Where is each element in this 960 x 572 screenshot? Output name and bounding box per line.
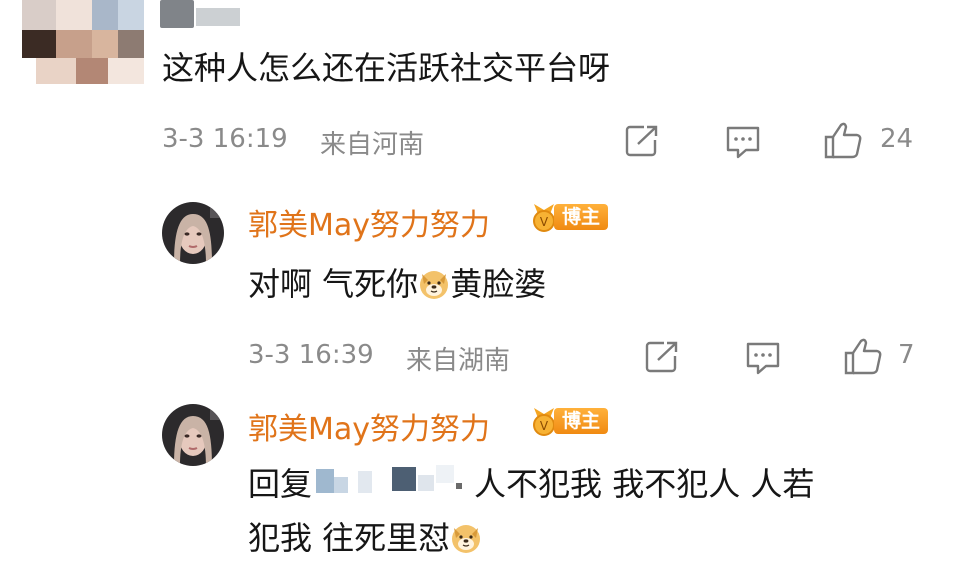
- svg-text:V: V: [540, 215, 549, 229]
- badge-label: 博主: [554, 408, 609, 434]
- like-icon[interactable]: [822, 120, 864, 160]
- blogger-badge: V 博主: [528, 202, 609, 232]
- share-icon[interactable]: [624, 124, 660, 158]
- reply-text-line2: 犯我 往死里怼: [248, 518, 482, 558]
- reply-username[interactable]: 郭美May努力努力: [248, 404, 490, 448]
- reply-text-part: 对啊 气死你: [248, 265, 419, 303]
- reply-prefix: 回复: [248, 465, 313, 503]
- dog-emoji-icon: [418, 268, 450, 300]
- dog-emoji-icon: [450, 522, 482, 554]
- reply-text-part: 人不犯我 我不犯人 人若: [474, 465, 815, 503]
- reply-text-line1: 回复 人不犯我 我不犯人 人若: [248, 464, 814, 504]
- reply-text: 对啊 气死你 黄脸婆: [248, 264, 546, 304]
- reply-timestamp: 3-3 16:39: [248, 340, 374, 370]
- like-icon[interactable]: [842, 336, 884, 376]
- pixelated-avatar[interactable]: [22, 0, 144, 84]
- blurred-username: [160, 0, 240, 28]
- like-count: 7: [898, 340, 915, 370]
- comment-icon[interactable]: [724, 124, 762, 160]
- comment-icon[interactable]: [744, 340, 782, 376]
- like-count: 24: [880, 124, 914, 154]
- reply-username[interactable]: 郭美May努力努力: [248, 200, 490, 244]
- reply-location: 来自湖南: [406, 346, 511, 376]
- comment-location: 来自河南: [320, 130, 425, 160]
- mosaic-censor: [312, 465, 474, 499]
- avatar[interactable]: [162, 404, 224, 466]
- svg-text:V: V: [540, 419, 549, 433]
- avatar[interactable]: [162, 202, 224, 264]
- share-icon[interactable]: [644, 340, 680, 374]
- blogger-badge: V 博主: [528, 406, 609, 436]
- badge-label: 博主: [554, 204, 609, 230]
- reply-text-part: 黄脸婆: [450, 265, 547, 303]
- comment-timestamp: 3-3 16:19: [162, 124, 288, 154]
- reply-text-part: 犯我 往死里怼: [248, 519, 451, 557]
- comment-text: 这种人怎么还在活跃社交平台呀: [162, 49, 611, 87]
